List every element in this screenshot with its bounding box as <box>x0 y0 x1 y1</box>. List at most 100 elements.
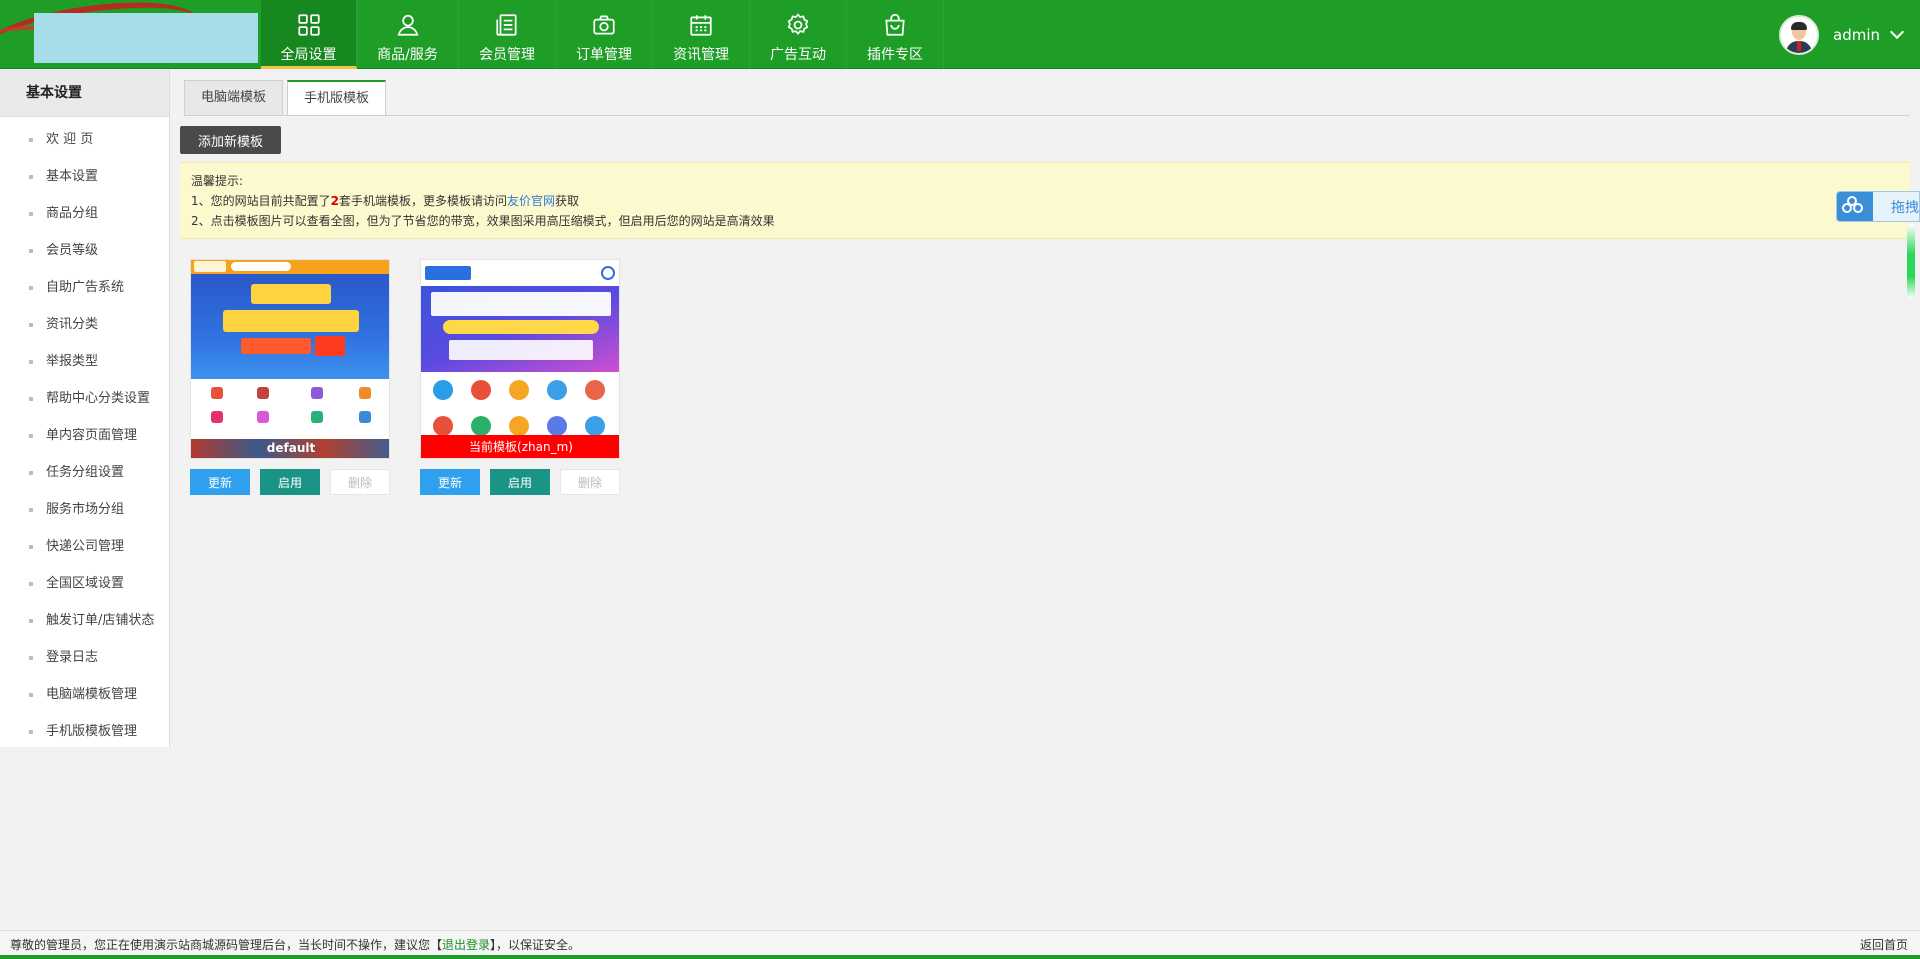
sidebar-item-task-groups[interactable]: 任务分组设置 <box>0 454 169 491</box>
bag-icon <box>885 13 905 36</box>
nav-label: 订单管理 <box>576 47 632 63</box>
nav-label: 插件专区 <box>867 47 923 63</box>
nav-label: 会员管理 <box>479 47 535 63</box>
update-button[interactable]: 更新 <box>420 469 480 495</box>
bullet-icon <box>29 545 33 549</box>
sidebar-item-single-pages[interactable]: 单内容页面管理 <box>0 417 169 454</box>
bullet-icon <box>29 582 33 586</box>
nav-orders[interactable]: 订单管理 <box>556 0 653 69</box>
footer-notice-prefix: 尊敬的管理员，您正在使用演示站商城源码管理后台，当长时间不操作，建议您【 <box>10 938 443 952</box>
cloud-icon <box>1837 192 1873 221</box>
nav-members[interactable]: 会员管理 <box>459 0 556 69</box>
bullet-icon <box>29 471 33 475</box>
sidebar-item-pc-templates[interactable]: 电脑端模板管理 <box>0 676 169 713</box>
sidebar-item-report-types[interactable]: 举报类型 <box>0 343 169 380</box>
nav-news[interactable]: 资讯管理 <box>653 0 750 69</box>
sidebar-item-product-groups[interactable]: 商品分组 <box>0 195 169 232</box>
bullet-icon <box>29 619 33 623</box>
bullet-icon <box>29 508 33 512</box>
sidebar-item-self-ads[interactable]: 自助广告系统 <box>0 269 169 306</box>
main-nav: 全局设置 商品/服务 会员管理 订单管理 资讯管理 广告互动 插件专区 <box>261 0 944 69</box>
delete-button[interactable]: 删除 <box>560 469 620 495</box>
calendar-icon <box>690 15 712 36</box>
tab-pc-templates[interactable]: 电脑端模板 <box>184 80 284 116</box>
avatar <box>1779 15 1819 55</box>
nav-label: 资讯管理 <box>673 47 729 63</box>
sidebar-item-couriers[interactable]: 快递公司管理 <box>0 528 169 565</box>
nav-products[interactable]: 商品/服务 <box>357 0 459 69</box>
bullet-icon <box>29 212 33 216</box>
delete-button[interactable]: 删除 <box>330 469 390 495</box>
bullet-icon <box>29 656 33 660</box>
top-header: 全局设置 商品/服务 会员管理 订单管理 资讯管理 广告互动 插件专区 admi… <box>0 0 1920 69</box>
bullet-icon <box>29 138 33 142</box>
sidebar-item-order-status[interactable]: 触发订单/店铺状态 <box>0 602 169 639</box>
tips-box: 温馨提示: 1、您的网站目前共配置了2套手机端模板，更多模板请访问友价官网获取 … <box>180 162 1910 239</box>
gear-icon <box>787 13 809 35</box>
sidebar-item-service-market[interactable]: 服务市场分组 <box>0 491 169 528</box>
update-button[interactable]: 更新 <box>190 469 250 495</box>
nav-plugins[interactable]: 插件专区 <box>847 0 944 69</box>
sidebar-item-news-categories[interactable]: 资讯分类 <box>0 306 169 343</box>
nav-global-settings[interactable]: 全局设置 <box>261 0 357 69</box>
sidebar-item-welcome[interactable]: 欢 迎 页 <box>0 121 169 158</box>
camera-icon <box>593 15 615 35</box>
nav-label: 全局设置 <box>280 47 337 63</box>
sidebar-item-member-levels[interactable]: 会员等级 <box>0 232 169 269</box>
sidebar-item-regions[interactable]: 全国区域设置 <box>0 565 169 602</box>
tab-divider <box>184 115 1910 116</box>
template-count: 2 <box>330 194 339 208</box>
bullet-icon <box>29 323 33 327</box>
bullet-icon <box>29 249 33 253</box>
floating-drag-widget[interactable]: 拖拽 <box>1836 191 1920 222</box>
logo-image-placeholder <box>34 13 258 63</box>
tab-mobile-templates[interactable]: 手机版模板 <box>287 80 387 116</box>
sidebar-item-mobile-templates[interactable]: 手机版模板管理 <box>0 713 169 750</box>
tips-line-2: 2、点击模板图片可以查看全图，但为了节省您的带宽，效果图采用高压缩模式，但启用后… <box>191 214 775 228</box>
bullet-icon <box>29 360 33 364</box>
bullet-icon <box>29 693 33 697</box>
username: admin <box>1833 26 1880 44</box>
scroll-indicator[interactable] <box>1907 224 1915 299</box>
grid-icon <box>297 14 320 36</box>
bullet-icon <box>29 434 33 438</box>
user-menu[interactable]: admin <box>1779 15 1905 55</box>
sidebar-item-basic-settings[interactable]: 基本设置 <box>0 158 169 195</box>
nav-label: 商品/服务 <box>377 47 438 63</box>
enable-button[interactable]: 启用 <box>260 469 320 495</box>
footer-notice-suffix: 】，以保证安全。 <box>490 938 581 952</box>
user-icon <box>397 14 418 36</box>
sidebar: 基本设置 欢 迎 页 基本设置 商品分组 会员等级 自助广告系统 资讯分类 举报… <box>0 70 170 747</box>
enable-button[interactable]: 启用 <box>490 469 550 495</box>
site-logo[interactable] <box>0 0 260 69</box>
tips-title: 温馨提示: <box>191 174 244 188</box>
template-card: default 更新 启用 删除 <box>190 259 390 495</box>
tips-line-1: 1、您的网站目前共配置了2套手机端模板，更多模板请访问友价官网获取 <box>191 194 580 208</box>
bullet-icon <box>29 397 33 401</box>
document-icon <box>496 14 517 36</box>
nav-label: 广告互动 <box>770 47 826 63</box>
template-card: 当前模板(zhan_m) 更新 启用 删除 <box>420 259 620 495</box>
template-caption: default <box>266 441 316 455</box>
bullet-icon <box>29 175 33 179</box>
current-template-caption: 当前模板(zhan_m) <box>421 435 619 458</box>
template-preview-image[interactable]: 当前模板(zhan_m) <box>420 259 620 459</box>
template-preview-image[interactable]: default <box>190 259 390 459</box>
logout-link[interactable]: 退出登录 <box>442 938 490 952</box>
template-actions: 更新 启用 删除 <box>420 469 620 495</box>
official-site-link[interactable]: 友价官网 <box>507 194 555 208</box>
sidebar-menu: 欢 迎 页 基本设置 商品分组 会员等级 自助广告系统 资讯分类 举报类型 帮助… <box>0 117 169 750</box>
footer-accent-bar <box>0 955 1920 959</box>
chevron-down-icon <box>1889 24 1905 40</box>
template-list: default 更新 启用 删除 当前模板(zhan_m) 更新 启用 删除 <box>190 259 650 495</box>
template-tabs: 电脑端模板 手机版模板 <box>184 80 390 116</box>
sidebar-item-login-log[interactable]: 登录日志 <box>0 639 169 676</box>
bullet-icon <box>29 730 33 734</box>
bullet-icon <box>29 286 33 290</box>
template-actions: 更新 启用 删除 <box>190 469 390 495</box>
sidebar-item-help-categories[interactable]: 帮助中心分类设置 <box>0 380 169 417</box>
floating-widget-label: 拖拽 <box>1891 199 1919 216</box>
add-template-button[interactable]: 添加新模板 <box>180 126 281 154</box>
sidebar-title: 基本设置 <box>0 70 169 117</box>
nav-ads[interactable]: 广告互动 <box>750 0 847 69</box>
